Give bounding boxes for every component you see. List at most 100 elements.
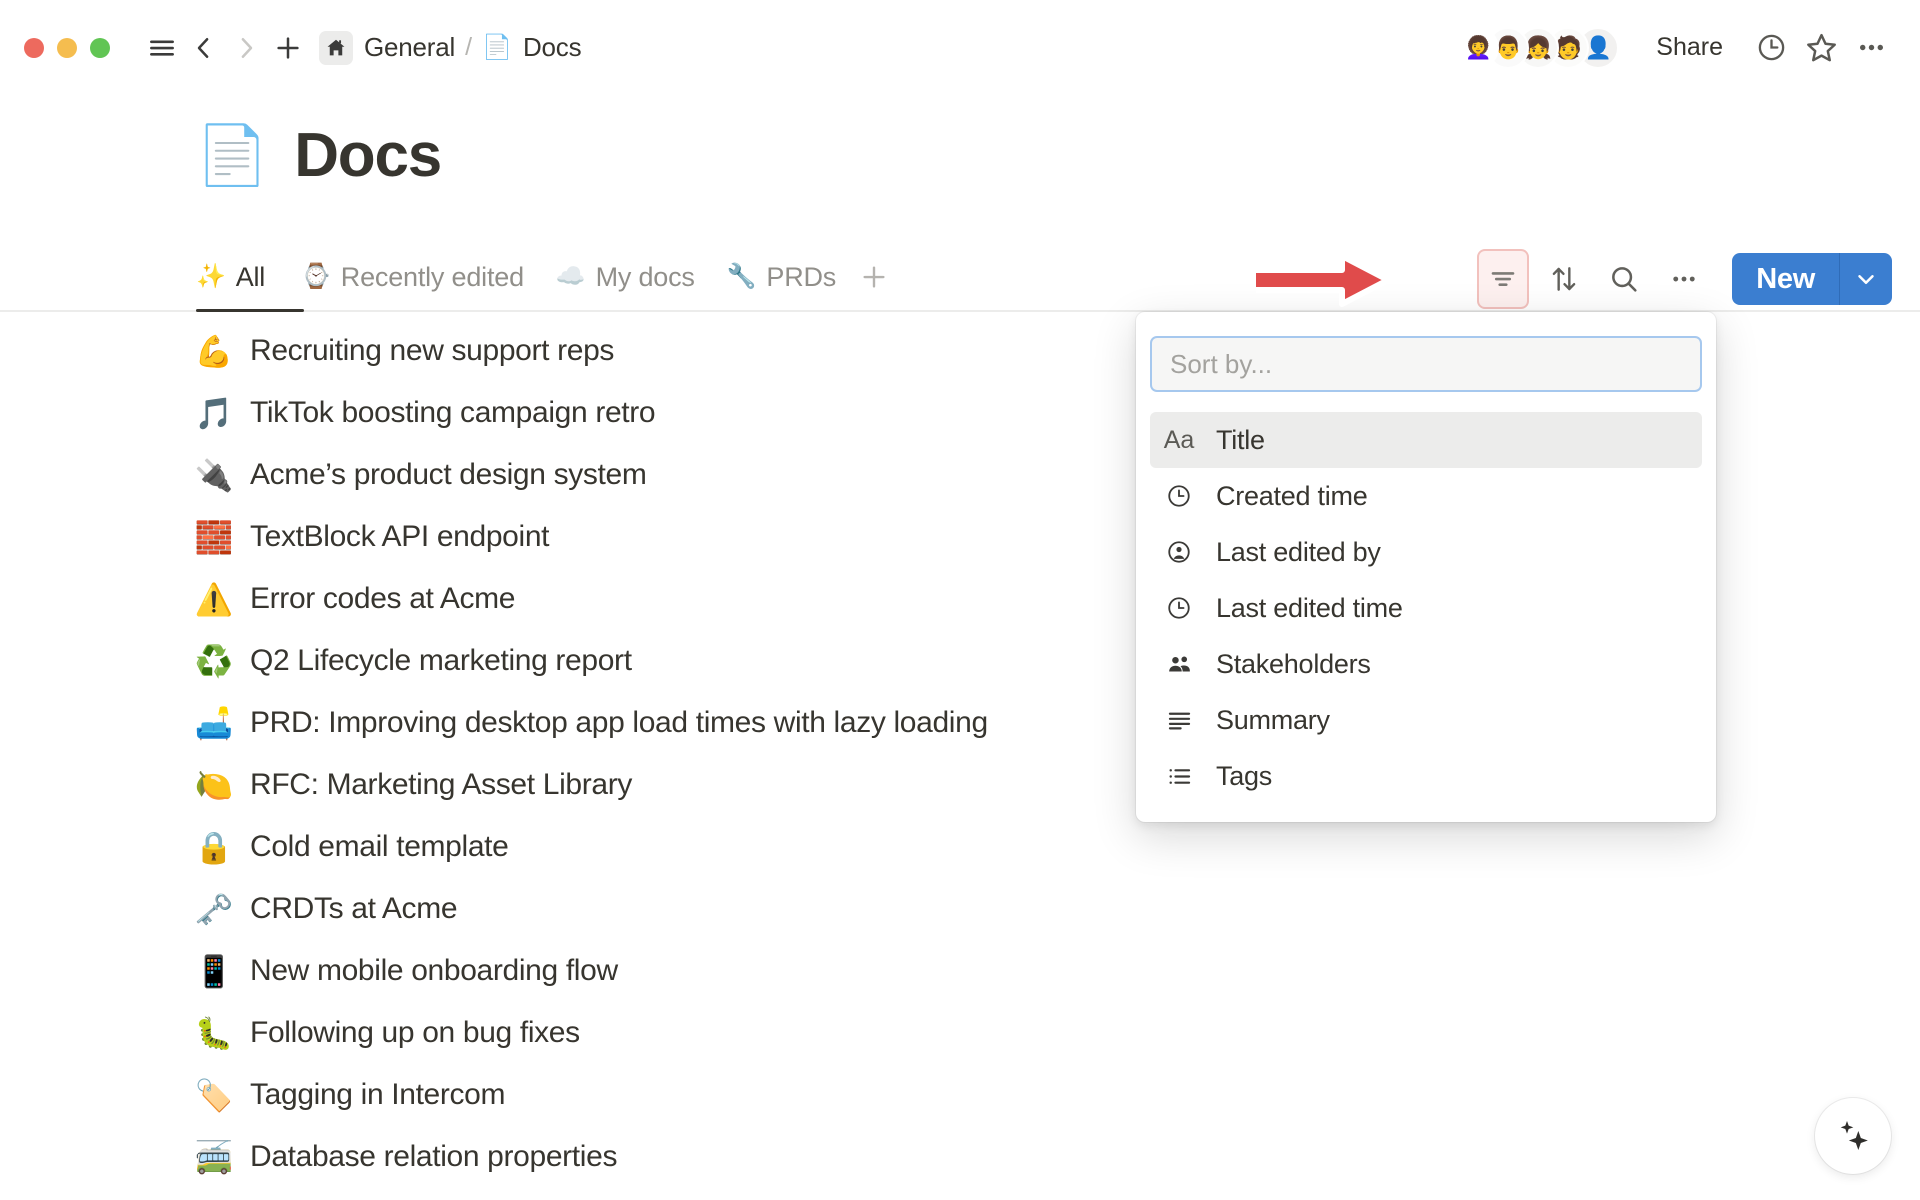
watch-icon: ⌚ <box>301 265 331 289</box>
tab-recently-edited[interactable]: ⌚ Recently edited <box>285 248 540 306</box>
tab-prds[interactable]: 🔧 PRDs <box>711 248 852 306</box>
ellipsis-icon[interactable] <box>1848 25 1894 71</box>
sort-option-label: Summary <box>1216 705 1330 736</box>
doc-emoji: 🔒 <box>196 832 232 863</box>
avatar[interactable]: 👩‍🦱 <box>1457 27 1499 69</box>
doc-title[interactable]: Recruiting new support reps <box>250 334 614 368</box>
window-traffic-lights <box>24 38 110 58</box>
tab-all[interactable]: ✨ All <box>196 248 285 306</box>
doc-emoji: ♻️ <box>196 646 232 677</box>
chevron-left-icon[interactable] <box>183 27 225 69</box>
sort-arrows-icon[interactable] <box>1539 254 1589 304</box>
breadcrumb: General / 📄 Docs <box>319 31 581 65</box>
breadcrumb-workspace[interactable]: General <box>364 32 455 63</box>
list-item[interactable]: 📱 New mobile onboarding flow <box>0 940 1920 1002</box>
doc-emoji: 🎵 <box>196 398 232 429</box>
doc-emoji: 🍋 <box>196 770 232 801</box>
sort-search-input[interactable] <box>1150 336 1702 392</box>
clock-icon[interactable] <box>1748 25 1794 71</box>
window-close-button[interactable] <box>24 38 44 58</box>
tab-my-docs[interactable]: ☁️ My docs <box>540 248 711 306</box>
search-icon[interactable] <box>1599 254 1649 304</box>
sort-option-label: Tags <box>1216 761 1272 792</box>
sort-option-label: Title <box>1216 425 1265 456</box>
window-maximize-button[interactable] <box>90 38 110 58</box>
people-icon <box>1162 651 1196 678</box>
sort-dropdown-panel: Aa Title Created time <box>1136 312 1716 822</box>
sort-option-label: Created time <box>1216 481 1368 512</box>
sort-option-created-time[interactable]: Created time <box>1150 468 1702 524</box>
doc-emoji: 🧱 <box>196 522 232 553</box>
doc-title[interactable]: Following up on bug fixes <box>250 1016 580 1050</box>
doc-title[interactable]: TikTok boosting campaign retro <box>250 396 655 430</box>
collaborator-avatars[interactable]: 👩‍🦱 👨 👧 🧑 👤 <box>1457 27 1619 69</box>
list-item[interactable]: 🔒 Cold email template <box>0 816 1920 878</box>
home-icon[interactable] <box>319 31 353 65</box>
list-item[interactable]: 🚎 Database relation properties <box>0 1126 1920 1188</box>
sort-option-summary[interactable]: Summary <box>1150 692 1702 748</box>
sort-option-label: Last edited time <box>1216 593 1403 624</box>
person-circle-icon <box>1162 539 1196 565</box>
sort-option-tags[interactable]: Tags <box>1150 748 1702 804</box>
doc-title[interactable]: CRDTs at Acme <box>250 892 457 926</box>
doc-emoji: 🗝️ <box>196 894 232 925</box>
sparkles-icon: ✨ <box>196 265 226 289</box>
list-item[interactable]: 🗝️ CRDTs at Acme <box>0 878 1920 940</box>
doc-title[interactable]: Cold email template <box>250 830 508 864</box>
doc-title[interactable]: Acme’s product design system <box>250 458 647 492</box>
navigation-controls <box>141 27 309 69</box>
add-view-button[interactable] <box>852 248 896 306</box>
sort-option-label: Stakeholders <box>1216 649 1371 680</box>
page-emoji[interactable]: 📄 <box>196 127 268 185</box>
sparkles-icon <box>1833 1114 1873 1159</box>
title-bar: General / 📄 Docs 👩‍🦱 👨 👧 🧑 👤 Share <box>0 0 1920 95</box>
active-tab-indicator <box>196 309 304 312</box>
doc-emoji: 💪 <box>196 336 232 367</box>
sort-option-stakeholders[interactable]: Stakeholders <box>1150 636 1702 692</box>
page-title-row: 📄 Docs <box>0 95 1920 191</box>
list-item[interactable]: 🐛 Following up on bug fixes <box>0 1002 1920 1064</box>
doc-emoji: 🏷️ <box>196 1080 232 1111</box>
share-button[interactable]: Share <box>1645 26 1734 69</box>
chevron-right-icon[interactable] <box>225 27 267 69</box>
text-lines-icon <box>1162 707 1196 734</box>
wrench-icon: 🔧 <box>727 265 757 289</box>
sort-option-title[interactable]: Aa Title <box>1150 412 1702 468</box>
doc-title[interactable]: TextBlock API endpoint <box>250 520 549 554</box>
cloud-icon: ☁️ <box>556 265 586 289</box>
new-button[interactable]: New <box>1732 253 1892 305</box>
text-aa-icon: Aa <box>1162 426 1196 455</box>
star-icon[interactable] <box>1798 25 1844 71</box>
doc-emoji: 🚎 <box>196 1142 232 1173</box>
new-button-label: New <box>1732 253 1839 305</box>
chevron-down-icon[interactable] <box>1840 253 1892 305</box>
page-title[interactable]: Docs <box>294 120 441 191</box>
tab-label: My docs <box>596 262 695 293</box>
doc-title[interactable]: Tagging in Intercom <box>250 1078 505 1112</box>
doc-title[interactable]: RFC: Marketing Asset Library <box>250 768 632 802</box>
sort-option-last-edited-by[interactable]: Last edited by <box>1150 524 1702 580</box>
breadcrumb-page-emoji: 📄 <box>482 36 512 60</box>
breadcrumb-page[interactable]: Docs <box>523 32 581 63</box>
window-minimize-button[interactable] <box>57 38 77 58</box>
filter-button[interactable] <box>1477 249 1529 309</box>
sort-option-last-edited-time[interactable]: Last edited time <box>1150 580 1702 636</box>
clock-icon <box>1162 483 1196 509</box>
doc-title[interactable]: Database relation properties <box>250 1140 617 1174</box>
clock-icon <box>1162 595 1196 621</box>
doc-title[interactable]: PRD: Improving desktop app load times wi… <box>250 706 988 740</box>
hamburger-menu-icon[interactable] <box>141 27 183 69</box>
doc-emoji: ⚠️ <box>196 584 232 615</box>
doc-title[interactable]: New mobile onboarding flow <box>250 954 618 988</box>
doc-title[interactable]: Q2 Lifecycle marketing report <box>250 644 632 678</box>
ai-assistant-button[interactable] <box>1815 1098 1891 1174</box>
doc-title[interactable]: Error codes at Acme <box>250 582 515 616</box>
view-toolbar: New <box>1472 248 1892 310</box>
titlebar-right-controls: 👩‍🦱 👨 👧 🧑 👤 Share <box>1457 0 1894 95</box>
app-window: General / 📄 Docs 👩‍🦱 👨 👧 🧑 👤 Share <box>0 0 1920 1200</box>
plus-icon[interactable] <box>267 27 309 69</box>
view-tabs: ✨ All ⌚ Recently edited ☁️ My docs 🔧 PRD… <box>0 248 896 306</box>
more-options-icon[interactable] <box>1659 254 1709 304</box>
sort-option-label: Last edited by <box>1216 537 1381 568</box>
list-item[interactable]: 🏷️ Tagging in Intercom <box>0 1064 1920 1126</box>
